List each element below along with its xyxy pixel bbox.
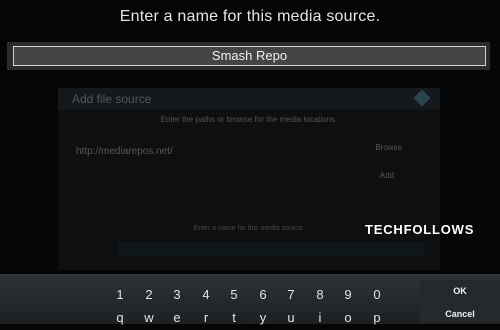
key-4[interactable]: 4 [197,287,215,302]
key-9[interactable]: 9 [339,287,357,302]
background-instruction-text: Enter the paths or browse for the media … [160,115,338,124]
dialog-prompt: Enter a name for this media source. [119,8,381,25]
key-7[interactable]: 7 [282,287,300,302]
key-2[interactable]: 2 [140,287,158,302]
background-path-text: http://mediarepos.net/ [76,146,173,157]
kodi-logo-icon [413,89,431,107]
key-5[interactable]: 5 [225,287,243,302]
ok-button[interactable]: OK [420,280,500,302]
key-1[interactable]: 1 [111,287,129,302]
background-add-source-dialog: Add file source Enter the paths or brows… [58,88,440,270]
key-8[interactable]: 8 [311,287,329,302]
background-dialog-title: Add file source [72,92,152,106]
background-browse-button: Browse [375,143,402,152]
background-footer-bar [118,242,424,256]
key-3[interactable]: 3 [168,287,186,302]
key-0[interactable]: 0 [368,287,386,302]
cancel-button[interactable]: Cancel [420,306,500,323]
watermark: TECHFOLLOWS [365,222,475,237]
media-source-name-input[interactable]: Smash Repo [13,46,486,66]
background-add-button: Add [379,171,394,180]
key-6[interactable]: 6 [254,287,272,302]
background-dialog-header: Add file source [58,88,440,110]
